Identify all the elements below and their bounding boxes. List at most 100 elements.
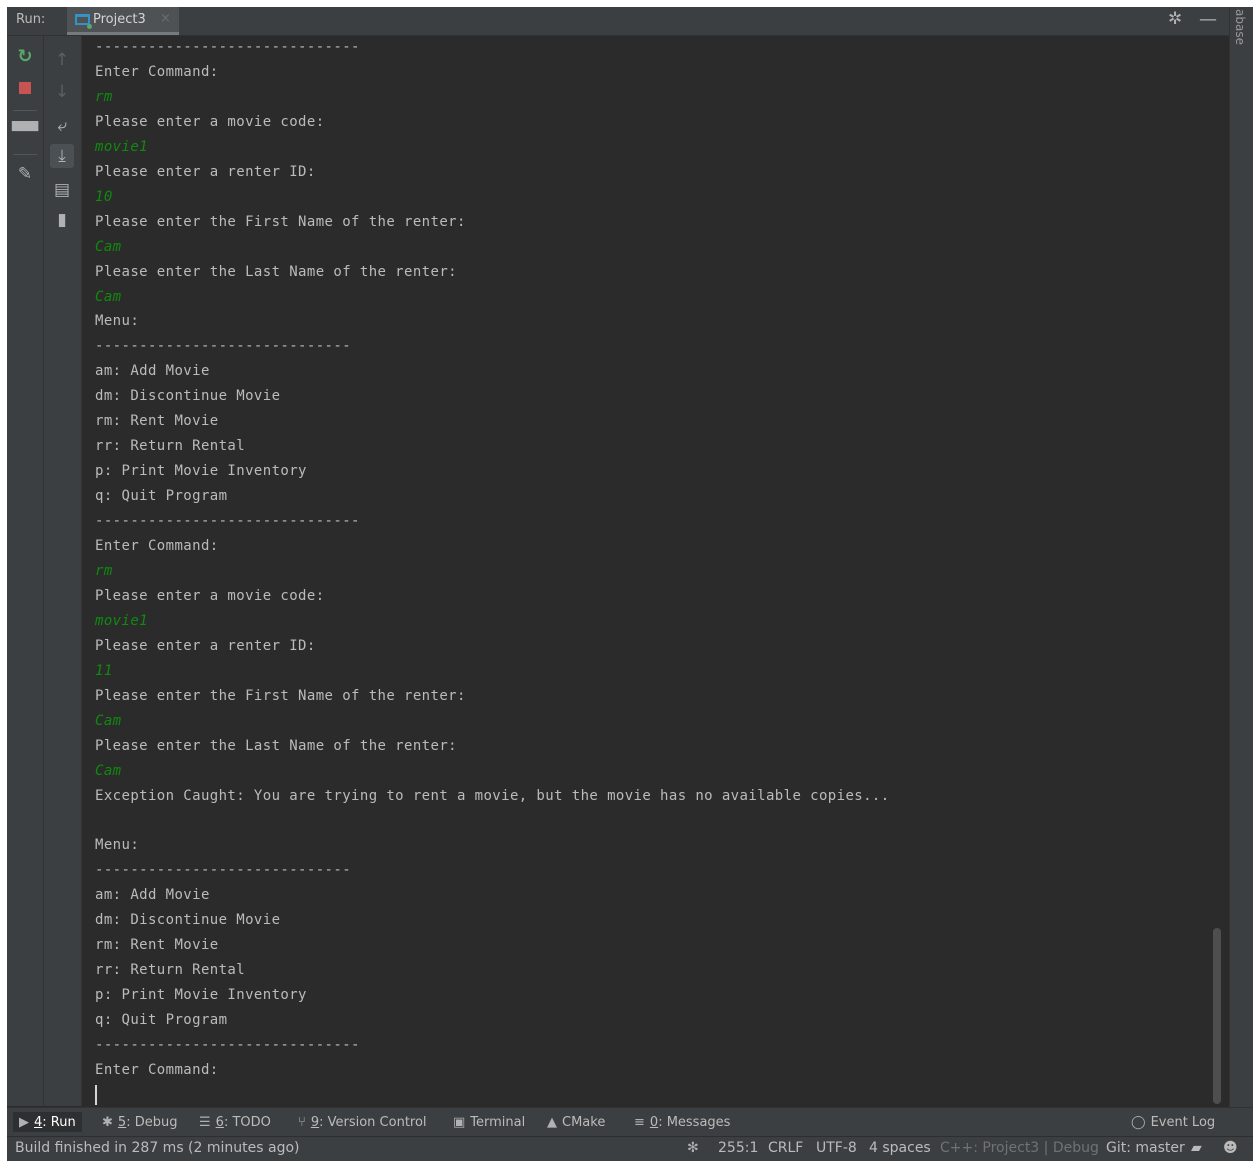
console-output-line: ------------------------------ xyxy=(95,1037,360,1053)
tool-tab-label: 9: Version Control xyxy=(311,1115,427,1130)
console-output-line: Please enter a movie code: xyxy=(95,113,325,130)
git-branch[interactable]: Git: master xyxy=(1106,1140,1185,1156)
print-icon[interactable]: ▤ xyxy=(50,178,74,202)
tool-tab-list[interactable]: ☰ 6: TODO xyxy=(199,1112,271,1132)
tool-tab-text: : TODO xyxy=(223,1114,271,1130)
console-output-line: rm: Rent Movie xyxy=(95,937,219,954)
arrow-up-icon[interactable]: ↑ xyxy=(50,48,74,72)
console-output-line: Please enter the Last Name of the renter… xyxy=(95,737,457,754)
scroll-to-end-icon[interactable]: ⤓ xyxy=(50,144,74,168)
console-output-line: p: Print Movie Inventory xyxy=(95,987,307,1004)
text-caret xyxy=(95,1085,97,1105)
console-output-line: Enter Command: xyxy=(95,1061,219,1078)
tool-tab-text: : Debug xyxy=(126,1114,178,1130)
console-output-line: Menu: xyxy=(95,313,140,330)
console-output-line: Exception Caught: You are trying to rent… xyxy=(95,787,890,804)
console-output-line: dm: Discontinue Movie xyxy=(95,388,281,405)
tab-underline xyxy=(67,32,179,35)
tool-tab-cmake[interactable]: ▲ CMake xyxy=(547,1112,605,1132)
spinner-icon: ✻ xyxy=(687,1140,699,1156)
tool-tab-messages[interactable]: ≡ 0: Messages xyxy=(634,1112,730,1132)
trash-icon[interactable]: ▮ xyxy=(50,208,74,232)
tab-project3[interactable]: Project3 × xyxy=(67,7,179,35)
layout-icon[interactable]: ▀▀ xyxy=(12,120,38,144)
inspector-icon[interactable]: ☻ xyxy=(1223,1140,1238,1156)
tool-tab-label: Terminal xyxy=(470,1115,525,1130)
tool-tab-text: : Messages xyxy=(658,1114,731,1130)
gear-icon[interactable]: ✲ xyxy=(1168,9,1182,29)
caret-position[interactable]: 255:1 xyxy=(718,1140,758,1156)
tool-tab-mnemonic: 5 xyxy=(117,1114,127,1130)
console-output-line: Please enter a renter ID: xyxy=(95,637,316,654)
stop-icon[interactable] xyxy=(13,76,37,100)
event-log-button[interactable]: ◯ Event Log xyxy=(1131,1112,1215,1132)
console-output-line: rr: Return Rental xyxy=(95,962,246,979)
console-output-line: rr: Return Rental xyxy=(95,438,246,455)
tool-tab-text: : Version Control xyxy=(319,1114,427,1130)
tool-tab-mnemonic: 0 xyxy=(649,1114,659,1130)
tool-tab-label: CMake xyxy=(562,1115,605,1130)
vcs-icon: ⑂ xyxy=(298,1114,306,1130)
pin-icon[interactable]: ✎ xyxy=(13,162,37,186)
console-input-line: Cam xyxy=(95,288,122,305)
tool-tab-label: 5: Debug xyxy=(118,1115,178,1130)
console-output[interactable]: ------------------------------ Enter Comm… xyxy=(82,36,1228,1106)
tool-tab-label: 4: Run xyxy=(34,1115,76,1130)
console-output-line: p: Print Movie Inventory xyxy=(95,463,307,480)
run-label: Run: xyxy=(16,12,46,27)
tool-tab-mnemonic: 6 xyxy=(215,1114,224,1130)
tool-tab-vcs[interactable]: ⑂ 9: Version Control xyxy=(298,1112,427,1132)
toolbar-divider xyxy=(13,110,37,111)
status-bar: Build finished in 287 ms (2 minutes ago)… xyxy=(7,1136,1253,1161)
list-icon: ☰ xyxy=(199,1114,211,1130)
console-output-line: ------------------------------ xyxy=(95,513,360,530)
lock-icon[interactable]: ▰ xyxy=(1191,1140,1202,1156)
tab-label: Project3 xyxy=(93,12,146,27)
console-output-line: ----------------------------- xyxy=(95,338,352,355)
console-output-line: Please enter the First Name of the rente… xyxy=(95,213,466,230)
console-input-line: Cam xyxy=(95,712,122,729)
run-titlebar: Run: Project3 × ✲ — abase xyxy=(7,7,1253,1107)
soft-wrap-icon[interactable]: ⤶ xyxy=(50,114,74,138)
bug-icon: ✱ xyxy=(102,1114,113,1130)
resolve-context[interactable]: C++: Project3 | Debug xyxy=(940,1140,1099,1156)
close-icon[interactable]: × xyxy=(160,11,171,26)
console-output-line: ----------------------------- xyxy=(95,862,352,879)
console-output-line: Enter Command: xyxy=(95,63,219,80)
console-output-line: rm: Rent Movie xyxy=(95,413,219,430)
database-side-tab-label: abase xyxy=(1233,9,1247,45)
file-encoding[interactable]: UTF-8 xyxy=(816,1140,857,1156)
terminal-icon: ▣ xyxy=(453,1114,466,1130)
console-output-line: am: Add Movie xyxy=(95,363,210,380)
console-output-line: q: Quit Program xyxy=(95,1012,228,1029)
console-output-line: q: Quit Program xyxy=(95,488,228,505)
arrow-down-icon[interactable]: ↓ xyxy=(50,80,74,104)
build-status[interactable]: Build finished in 287 ms (2 minutes ago) xyxy=(15,1140,300,1156)
tool-tab-run[interactable]: ▶ 4: Run xyxy=(13,1112,82,1132)
console-output-line: ------------------------------ xyxy=(95,39,360,55)
console-input-line: Cam xyxy=(95,238,122,255)
line-separator[interactable]: CRLF xyxy=(768,1140,803,1156)
tool-tab-label: 6: TODO xyxy=(216,1115,271,1130)
minimize-icon[interactable]: — xyxy=(1199,9,1217,30)
tool-tab-text: Terminal xyxy=(470,1114,526,1130)
console-output-line: Enter Command: xyxy=(95,538,219,554)
tool-tab-terminal[interactable]: ▣ Terminal xyxy=(453,1112,525,1132)
console-input-line: rm xyxy=(95,88,113,105)
indent-setting[interactable]: 4 spaces xyxy=(869,1140,931,1156)
messages-icon: ≡ xyxy=(634,1114,645,1130)
vertical-scrollbar[interactable] xyxy=(1213,928,1221,1104)
tool-window-bar: ◯ Event Log ▶ 4: Run ✱ 5: Debug ☰ 6: TODO ⑂ 9: … xyxy=(7,1107,1253,1136)
console-output-line: Please enter the First Name of the rente… xyxy=(95,687,466,704)
database-side-tab[interactable]: abase xyxy=(1229,7,1253,1107)
console-input-line: rm xyxy=(95,562,113,579)
cmake-icon: ▲ xyxy=(547,1114,557,1130)
rerun-icon[interactable]: ↻ xyxy=(13,44,37,68)
console-output-line: Menu: xyxy=(95,837,140,854)
tool-tab-label: 0: Messages xyxy=(650,1115,731,1130)
console-toolbar: ↑ ↓ ⤶ ⤓ ▤ ▮ xyxy=(44,36,82,1106)
console-input-line: 11 xyxy=(95,662,113,679)
ide-window: Run: Project3 × ✲ — abase ↻ ▀▀ ✎ ↑ ↓ ⤶ ⤓… xyxy=(7,7,1253,1161)
tool-tab-text: : Run xyxy=(42,1114,76,1130)
tool-tab-bug[interactable]: ✱ 5: Debug xyxy=(102,1112,177,1132)
